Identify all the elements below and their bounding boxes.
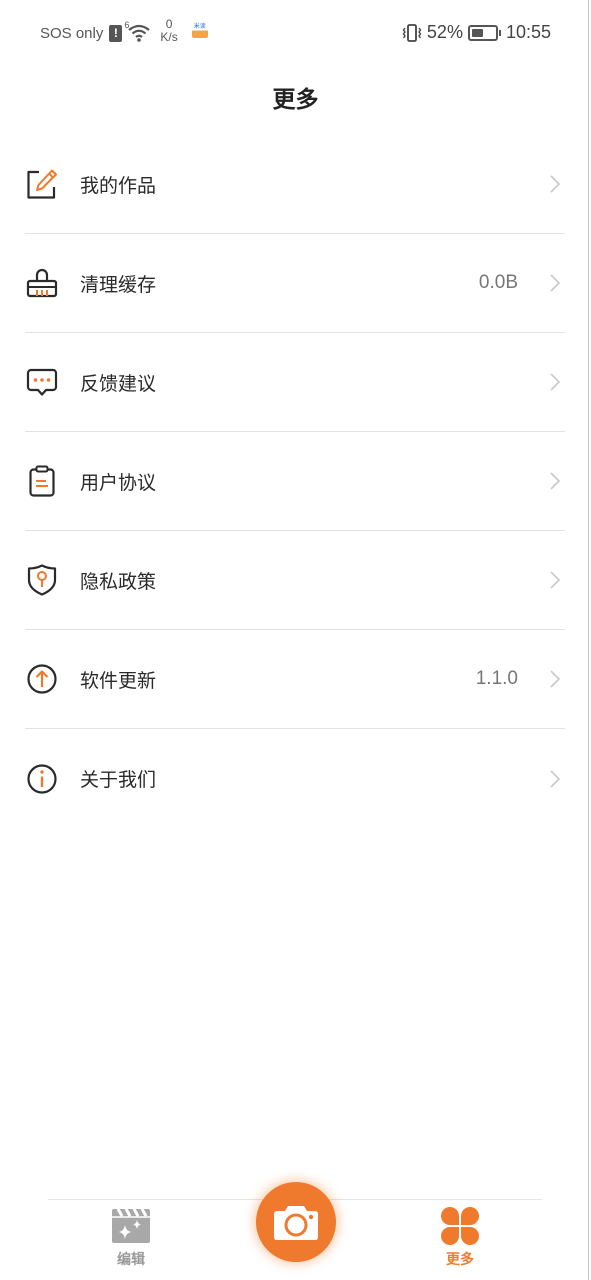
brush-icon [25, 266, 59, 300]
bottom-nav: 编辑 更多 [0, 1182, 591, 1280]
battery-icon [467, 24, 501, 41]
chevron-right-icon [550, 670, 561, 688]
edit-pencil-icon [25, 167, 59, 201]
menu-label: 反馈建议 [80, 372, 157, 395]
menu-label: 关于我们 [80, 769, 157, 791]
chevron-right-icon [550, 274, 561, 292]
tab-edit[interactable]: 编辑 [91, 1207, 171, 1269]
tab-more[interactable]: 更多 [420, 1207, 500, 1269]
menu-item-user-agreement[interactable]: 用户协议 [25, 432, 565, 531]
tab-label: 编辑 [117, 1252, 145, 1268]
chevron-right-icon [550, 571, 561, 589]
arrow-up-circle-icon [25, 662, 59, 696]
camera-button[interactable] [256, 1182, 336, 1262]
menu-label: 用户协议 [80, 471, 157, 494]
shield-key-icon [25, 563, 59, 597]
info-circle-icon [25, 762, 59, 796]
battery-percent: 52% [426, 22, 463, 42]
wifi-icon: 6 [124, 20, 151, 42]
clapperboard-sparkle-icon [112, 1208, 150, 1243]
chevron-right-icon [550, 769, 561, 788]
menu-label: 我的作品 [80, 174, 157, 197]
vibrate-icon [402, 23, 422, 42]
menu-label: 隐私政策 [80, 570, 157, 593]
menu-item-software-update[interactable]: 软件更新 1.1.0 [25, 630, 565, 729]
network-speed: 0 K/s [160, 18, 177, 44]
carrier-text: SOS only [40, 24, 104, 42]
settings-menu: 我的作品 清理缓存 0.0B 反馈建议 用户协议 隐私政策 软件更新 1.1.0… [25, 135, 565, 828]
tab-label: 更多 [446, 1252, 474, 1268]
chevron-right-icon [550, 175, 561, 193]
version-value: 1.1.0 [475, 668, 518, 689]
clover-icon [441, 1207, 479, 1245]
menu-item-clear-cache[interactable]: 清理缓存 0.0B [25, 234, 565, 333]
battery-fill [471, 28, 484, 37]
app-notification-icon: 米读 [191, 24, 208, 38]
chevron-right-icon [550, 472, 561, 490]
menu-label: 软件更新 [80, 669, 157, 692]
sim-alert-icon: ! [109, 24, 123, 42]
menu-label: 清理缓存 [80, 273, 157, 296]
chevron-right-icon [550, 373, 561, 391]
camera-icon [274, 1206, 318, 1240]
scrollbar-edge [588, 0, 589, 1280]
menu-item-privacy-policy[interactable]: 隐私政策 [25, 531, 565, 630]
menu-item-feedback[interactable]: 反馈建议 [25, 333, 565, 432]
chat-bubble-icon [25, 365, 59, 399]
network-gen: 6 [124, 20, 130, 30]
menu-item-about-us[interactable]: 关于我们 [25, 729, 565, 828]
status-bar: SOS only ! 6 0 K/s 米读 52% 10:55 [0, 0, 591, 66]
clock: 10:55 [505, 22, 551, 42]
speed-unit: K/s [160, 30, 178, 44]
page-title: 更多 [272, 87, 319, 113]
cache-size-value: 0.0B [478, 272, 518, 293]
menu-item-my-works[interactable]: 我的作品 [25, 135, 565, 234]
clipboard-icon [25, 464, 59, 498]
